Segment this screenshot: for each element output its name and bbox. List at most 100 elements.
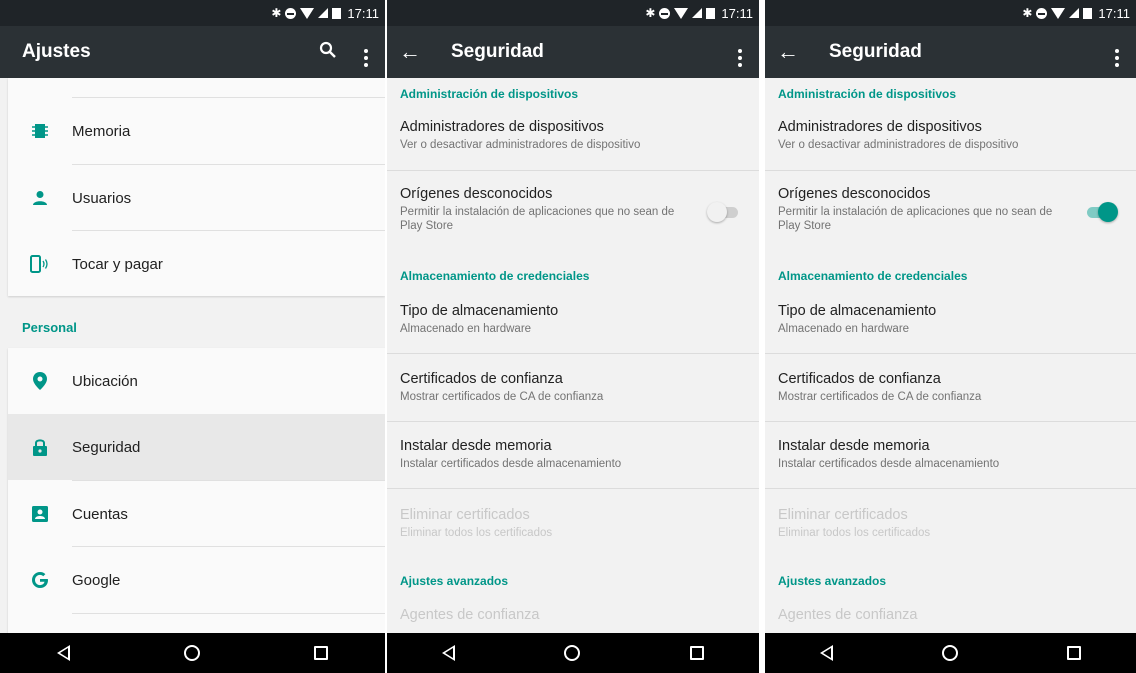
unknown-sources-toggle[interactable]	[707, 201, 741, 223]
back-nav-icon[interactable]	[57, 645, 70, 661]
pref-trusted-certs[interactable]: Certificados de confianza Mostrar certif…	[400, 371, 749, 404]
bluetooth-icon: ✱	[645, 6, 656, 20]
pref-summary: Permitir la instalación de aplicaciones …	[778, 206, 1053, 233]
pref-storage-type[interactable]: Tipo de almacenamiento Almacenado en har…	[400, 303, 749, 336]
pref-summary: Eliminar todos los certificados	[400, 527, 553, 539]
more-options-icon[interactable]	[347, 37, 385, 67]
dnd-icon	[659, 7, 671, 19]
security-screen-on: ✱ 17:11 ← Seguridad Administración de di…	[765, 0, 1136, 673]
recents-nav-icon[interactable]	[690, 646, 705, 660]
status-bar: ✱ 17:11	[387, 0, 759, 26]
settings-item-memoria[interactable]: Memoria	[8, 98, 385, 164]
settings-item-usuarios[interactable]: Usuarios	[8, 165, 385, 231]
recents-nav-icon[interactable]	[314, 646, 328, 660]
wifi-icon	[300, 7, 315, 19]
pref-summary: Instalar certificados desde almacenamien…	[400, 458, 622, 470]
more-options-icon[interactable]	[1098, 37, 1136, 67]
pref-title: Administradores de dispositivos	[400, 119, 604, 135]
app-bar: Ajustes	[0, 26, 385, 78]
pref-summary: Permitir la instalación de aplicaciones …	[400, 206, 675, 233]
person-icon	[8, 190, 72, 206]
settings-item-google[interactable]: Google	[8, 547, 385, 613]
category-advanced: Ajustes avanzados	[400, 574, 509, 588]
bluetooth-icon: ✱	[271, 6, 282, 20]
pref-summary: Mostrar certificados de CA de confianza	[400, 391, 604, 403]
battery-icon	[706, 7, 716, 19]
pref-title: Instalar desde memoria	[778, 438, 930, 454]
security-settings-list: Administración de dispositivos Administr…	[387, 78, 759, 633]
home-nav-icon[interactable]	[184, 645, 200, 661]
app-bar: ← Seguridad	[387, 26, 759, 78]
pref-unknown-sources[interactable]: Orígenes desconocidos Permitir la instal…	[778, 186, 1066, 234]
more-options-icon[interactable]	[721, 37, 759, 67]
back-arrow-icon[interactable]: ←	[765, 39, 811, 65]
settings-screen: ✱ 17:11 Ajustes Memoria Usuarios Tocar y…	[0, 0, 385, 673]
pref-summary: Ver o desactivar administradores de disp…	[400, 139, 641, 151]
settings-item-label: Tocar y pagar	[72, 255, 163, 273]
page-title: Seguridad	[829, 41, 922, 62]
recents-nav-icon[interactable]	[1067, 646, 1082, 660]
device-card: Memoria Usuarios Tocar y pagar	[8, 78, 385, 296]
security-settings-list: Administración de dispositivos Administr…	[765, 78, 1136, 633]
status-icons: ✱	[1022, 6, 1093, 20]
pref-summary: Mostrar certificados de CA de confianza	[778, 391, 982, 403]
back-nav-icon[interactable]	[819, 645, 833, 661]
navigation-bar	[0, 633, 385, 673]
back-nav-icon[interactable]	[441, 645, 455, 661]
settings-item-cuentas[interactable]: Cuentas	[8, 481, 385, 547]
category-device-admin: Administración de dispositivos	[400, 87, 579, 101]
pref-summary: Ver o desactivar administradores de disp…	[778, 139, 1019, 151]
battery-icon	[332, 7, 342, 19]
page-title: Seguridad	[451, 41, 544, 62]
pref-install-from-storage[interactable]: Instalar desde memoria Instalar certific…	[778, 438, 1126, 471]
pref-trust-agents: Agentes de confianza	[400, 607, 749, 623]
pref-title: Tipo de almacenamiento	[778, 303, 937, 319]
status-time: 17:11	[1098, 5, 1130, 21]
unknown-sources-toggle[interactable]	[1084, 201, 1118, 223]
status-time: 17:11	[347, 5, 379, 21]
pref-install-from-storage[interactable]: Instalar desde memoria Instalar certific…	[400, 438, 749, 471]
pref-summary: Almacenado en hardware	[778, 323, 910, 335]
lock-icon	[8, 438, 72, 456]
settings-item-label: Usuarios	[72, 189, 132, 207]
wifi-icon	[674, 7, 689, 19]
pref-clear-credentials: Eliminar certificados Eliminar todos los…	[400, 507, 749, 540]
settings-item-label: Ubicación	[72, 372, 138, 390]
settings-item-seguridad[interactable]: Seguridad	[8, 414, 385, 480]
category-credentials: Almacenamiento de credenciales	[400, 269, 590, 283]
location-icon	[8, 372, 72, 390]
pref-title: Agentes de confianza	[400, 607, 540, 623]
pref-storage-type[interactable]: Tipo de almacenamiento Almacenado en har…	[778, 303, 1126, 336]
pref-summary: Eliminar todos los certificados	[778, 527, 931, 539]
wifi-icon	[1051, 7, 1066, 19]
personal-card: Ubicación Seguridad Cuentas Google	[8, 348, 385, 638]
dnd-icon	[285, 7, 297, 19]
category-credentials: Almacenamiento de credenciales	[778, 269, 968, 283]
signal-icon	[1069, 8, 1080, 18]
signal-icon	[318, 8, 329, 18]
signal-icon	[692, 8, 703, 18]
pref-clear-credentials: Eliminar certificados Eliminar todos los…	[778, 507, 1126, 540]
back-arrow-icon[interactable]: ←	[387, 39, 433, 65]
settings-list: Memoria Usuarios Tocar y pagar Personal	[0, 78, 385, 638]
pref-device-admins[interactable]: Administradores de dispositivos Ver o de…	[778, 119, 1126, 152]
navigation-bar	[765, 633, 1136, 673]
tap-pay-icon	[8, 255, 72, 273]
google-icon	[8, 570, 72, 590]
pref-title: Eliminar certificados	[400, 507, 530, 523]
pref-unknown-sources[interactable]: Orígenes desconocidos Permitir la instal…	[400, 186, 689, 234]
settings-item-tocar-y-pagar[interactable]: Tocar y pagar	[8, 231, 385, 297]
search-icon[interactable]	[309, 41, 347, 64]
navigation-bar	[387, 633, 759, 673]
battery-icon	[1083, 7, 1093, 19]
settings-item-ubicacion[interactable]: Ubicación	[8, 348, 385, 414]
pref-device-admins[interactable]: Administradores de dispositivos Ver o de…	[400, 119, 749, 152]
pref-trusted-certs[interactable]: Certificados de confianza Mostrar certif…	[778, 371, 1126, 404]
category-advanced: Ajustes avanzados	[778, 574, 887, 588]
status-bar: ✱ 17:11	[765, 0, 1136, 26]
home-nav-icon[interactable]	[941, 645, 958, 661]
status-bar: ✱ 17:11	[0, 0, 385, 26]
home-nav-icon[interactable]	[564, 645, 581, 661]
pref-title: Agentes de confianza	[778, 607, 918, 623]
settings-item-label: Memoria	[72, 122, 131, 140]
